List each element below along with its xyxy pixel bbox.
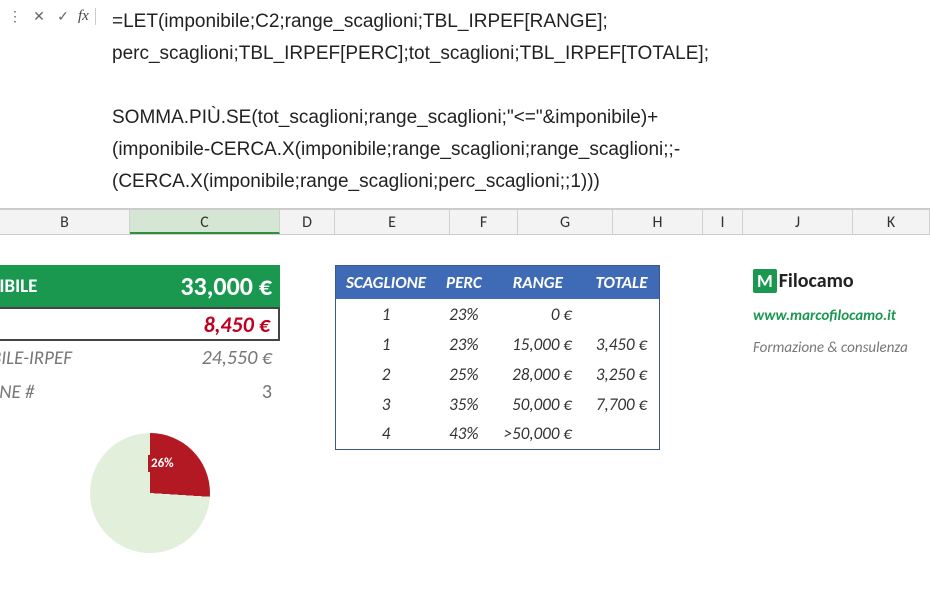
table-header-row: SCAGLIONE PERC RANGE TOTALE [336, 266, 660, 300]
cell-perc: 23% [436, 329, 492, 359]
th-perc[interactable]: PERC [436, 266, 492, 300]
table-row[interactable]: 3 35% 50,000 € 7,700 € [336, 389, 660, 419]
cell-range: 28,000 € [492, 359, 584, 389]
irpef-table: SCAGLIONE PERC RANGE TOTALE 1 23% 0 € 1 … [335, 265, 660, 450]
irpef-pie-chart: 26% [90, 433, 210, 553]
summary-block: ONIBILE 33,000 € F 8,450 € NIBILE-IRPEF … [0, 265, 280, 409]
cell-range: >50,000 € [492, 419, 584, 449]
table-row[interactable]: 2 25% 28,000 € 3,250 € [336, 359, 660, 389]
cell-scaglione: 3 [336, 389, 437, 419]
formula-bar: ⋮ ✕ ✓ fx =LET(imponibile;C2;range_scagli… [0, 0, 930, 209]
col-header-I[interactable]: I [703, 210, 743, 234]
row-imponibile[interactable]: ONIBILE 33,000 € [0, 265, 280, 307]
col-header-F[interactable]: F [450, 210, 518, 234]
value-scaglione: 3 [130, 380, 280, 404]
th-range[interactable]: RANGE [492, 266, 584, 300]
table-row[interactable]: 4 43% >50,000 € [336, 419, 660, 449]
sheet-area: ONIBILE 33,000 € F 8,450 € NIBILE-IRPEF … [0, 235, 930, 261]
cell-totale [584, 419, 660, 449]
cell-totale [584, 299, 660, 329]
col-header-C[interactable]: C [130, 210, 280, 234]
col-header-H[interactable]: H [613, 210, 703, 234]
cell-scaglione: 1 [336, 329, 437, 359]
cell-totale: 3,450 € [584, 329, 660, 359]
label-irpef: F [0, 312, 128, 336]
cell-range: 0 € [492, 299, 584, 329]
cell-range: 50,000 € [492, 389, 584, 419]
cell-scaglione: 4 [336, 419, 437, 449]
table-row[interactable]: 1 23% 0 € [336, 299, 660, 329]
col-header-G[interactable]: G [518, 210, 613, 234]
cell-perc: 25% [436, 359, 492, 389]
pie-percent-label: 26% [148, 455, 177, 472]
cell-perc: 23% [436, 299, 492, 329]
label-imponibile: ONIBILE [0, 275, 130, 298]
table-row[interactable]: 1 23% 15,000 € 3,450 € [336, 329, 660, 359]
col-header-J[interactable]: J [743, 210, 853, 234]
formula-input[interactable]: =LET(imponibile;C2;range_scaglioni;TBL_I… [102, 0, 930, 208]
brand-logo: M Filocamo [753, 269, 854, 293]
row-net[interactable]: NIBILE-IRPEF 24,550 € [0, 341, 280, 375]
cancel-icon[interactable]: ✕ [30, 8, 48, 25]
cell-totale: 7,700 € [584, 389, 660, 419]
col-header-K[interactable]: K [853, 210, 930, 234]
fx-icon[interactable]: fx [78, 8, 96, 25]
row-irpef[interactable]: F 8,450 € [0, 307, 280, 341]
brand-tagline: Formazione & consulenza [753, 339, 908, 357]
row-scaglione[interactable]: LIONE # 3 [0, 375, 280, 409]
label-net: NIBILE-IRPEF [0, 347, 130, 370]
th-totale[interactable]: TOTALE [584, 266, 660, 300]
value-irpef: 8,450 € [128, 311, 278, 338]
brand-name: Filocamo [779, 269, 854, 293]
cell-perc: 35% [436, 389, 492, 419]
value-imponibile: 33,000 € [130, 270, 280, 302]
brand-url-link[interactable]: www.marcofilocamo.it [753, 307, 896, 325]
value-net: 24,550 € [130, 346, 280, 370]
cell-perc: 43% [436, 419, 492, 449]
accept-icon[interactable]: ✓ [54, 8, 72, 25]
col-header-B[interactable]: B [0, 210, 130, 234]
cell-scaglione: 2 [336, 359, 437, 389]
label-scaglione: LIONE # [0, 381, 130, 404]
cell-totale: 3,250 € [584, 359, 660, 389]
formula-bar-controls: ⋮ ✕ ✓ fx [0, 0, 102, 25]
th-scaglione[interactable]: SCAGLIONE [336, 266, 437, 300]
col-header-E[interactable]: E [335, 210, 450, 234]
brand-m-icon: M [753, 269, 777, 293]
cell-scaglione: 1 [336, 299, 437, 329]
col-header-D[interactable]: D [280, 210, 335, 234]
cell-range: 15,000 € [492, 329, 584, 359]
column-headers: B C D E F G H I J K [0, 209, 930, 235]
options-handle-icon[interactable]: ⋮ [6, 8, 24, 25]
